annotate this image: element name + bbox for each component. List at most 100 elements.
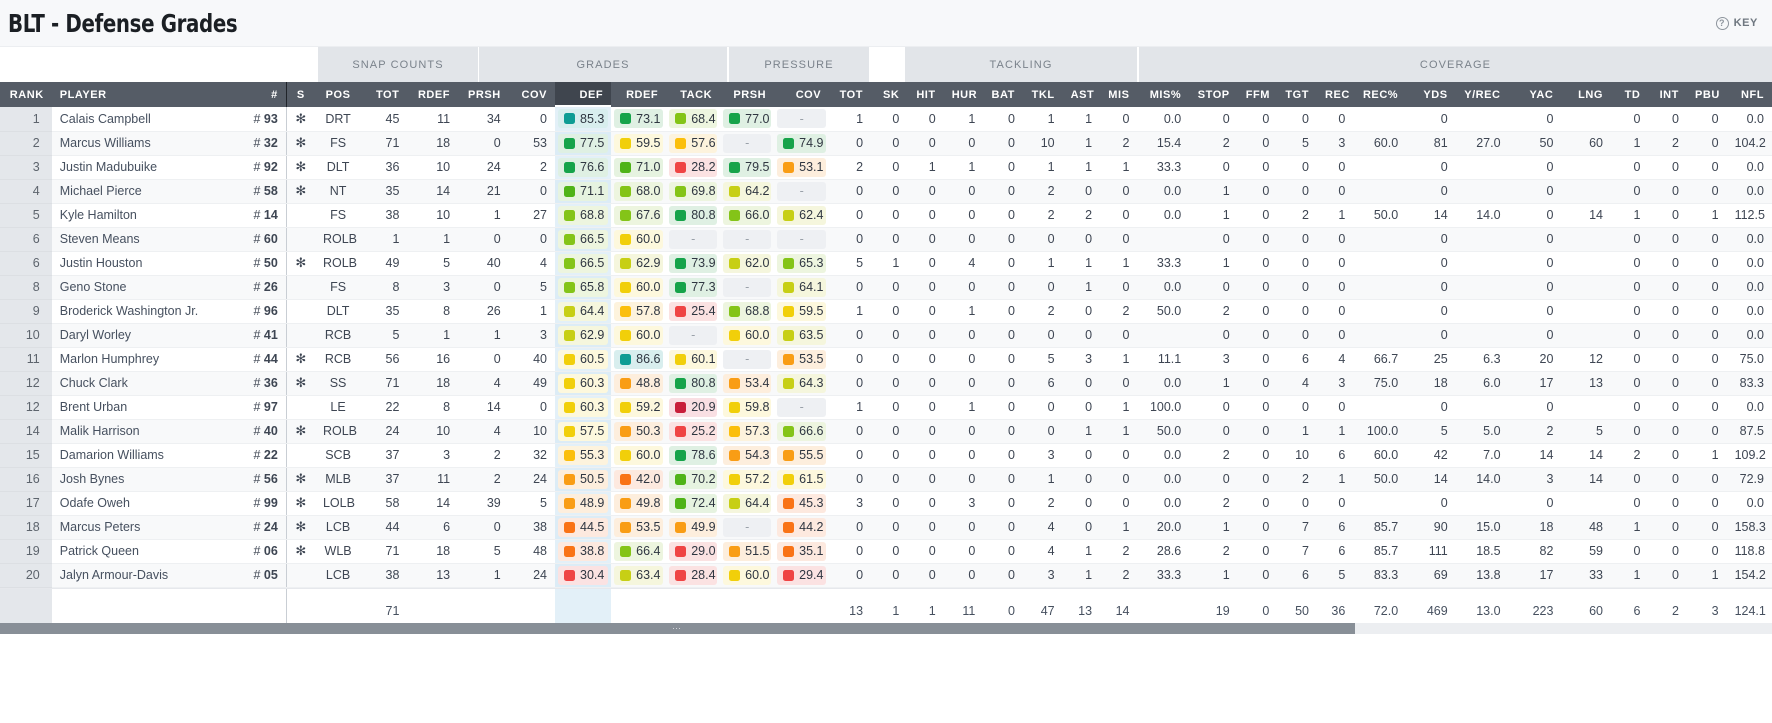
cell-yac: 0 — [1508, 155, 1562, 180]
column-header-yds[interactable]: YDS — [1406, 82, 1456, 107]
grade-cell: 77.5 — [555, 131, 612, 156]
table-row[interactable]: 16 Josh Bynes # 56 ✻ MLB 37 11 2 24 50.5 42.0 70.2 5… — [0, 467, 1772, 492]
column-header-num[interactable]: # — [234, 82, 287, 107]
cell-player[interactable]: Odafe Oweh — [51, 491, 235, 516]
table-row[interactable]: 12 Brent Urban # 97 LE 22 8 14 0 60.3 59.2 20.9 59.… — [0, 395, 1772, 420]
column-header-mispct[interactable]: MIS% — [1137, 82, 1190, 107]
column-header-tgt[interactable]: TGT — [1277, 82, 1317, 107]
cell-tkl: 5 — [1022, 347, 1063, 372]
table-row[interactable]: 18 Marcus Peters # 24 ✻ LCB 44 6 0 38 44.5 53.5 49.… — [0, 515, 1772, 540]
table-row[interactable]: 12 Chuck Clark # 36 ✻ SS 71 18 4 49 60.3 48.8 80.8 5… — [0, 371, 1772, 396]
column-header-g_cov[interactable]: COV — [774, 82, 830, 107]
table-row[interactable]: 8 Geno Stone # 26 FS 8 3 0 5 65.8 60.0 77.3-64.1 0 0… — [0, 275, 1772, 300]
column-header-ast[interactable]: AST — [1062, 82, 1101, 107]
table-row[interactable]: 14 Malik Harrison # 40 ✻ ROLB 24 10 4 10 57.5 50.3… — [0, 419, 1772, 444]
table-row[interactable]: 5 Kyle Hamilton # 14 FS 38 10 1 27 68.8 67.6 80.8 6… — [0, 203, 1772, 228]
table-row[interactable]: 19 Patrick Queen # 06 ✻ WLB 71 18 5 48 38.8 66.4 29… — [0, 539, 1772, 564]
column-header-p_tot[interactable]: TOT — [829, 82, 872, 107]
stats-grid[interactable]: RANK PLAYER # S POS TOT RDEF PRSH COV DEF RDEF TACK… — [0, 82, 1772, 634]
cell-player[interactable]: Malik Harrison — [51, 419, 235, 444]
cell-tgt: 2 — [1277, 203, 1317, 228]
column-header-tkl[interactable]: TKL — [1022, 82, 1063, 107]
cell-player[interactable]: Kyle Hamilton — [51, 203, 235, 228]
column-header-bat[interactable]: BAT — [983, 82, 1023, 107]
grade-pill: 71.1 — [558, 181, 609, 201]
column-header-g_tack[interactable]: TACK — [666, 82, 721, 107]
column-header-recpct[interactable]: REC% — [1353, 82, 1407, 107]
cell-player[interactable]: Broderick Washington Jr. — [51, 299, 235, 324]
column-header-pbu[interactable]: PBU — [1686, 82, 1727, 107]
table-row[interactable]: 6 Justin Houston # 50 ✻ ROLB 49 5 40 4 66.5 62.9 73… — [0, 251, 1772, 276]
cell-player[interactable]: Jalyn Armour-Davis — [51, 563, 235, 588]
table-row[interactable]: 6 Steven Means # 60 ROLB 1 1 0 0 66.5 60.0- - -0 0 0 0… — [0, 227, 1772, 252]
grade-cell: 48.9 — [555, 491, 612, 516]
cell-player[interactable]: Geno Stone — [51, 275, 235, 300]
table-row[interactable]: 4 Michael Pierce # 58 ✻ NT 35 14 21 0 71.1 68.0 69.… — [0, 179, 1772, 204]
column-header-rdef[interactable]: RDEF — [407, 82, 459, 107]
column-header-stop[interactable]: STOP — [1189, 82, 1238, 107]
column-header-int[interactable]: INT — [1648, 82, 1687, 107]
column-header-tot[interactable]: TOT — [361, 82, 408, 107]
column-header-hur[interactable]: HUR — [943, 82, 984, 107]
horizontal-scrollbar[interactable]: ⋯ — [0, 622, 1772, 634]
table-row[interactable]: 3 Justin Madubuike # 92 ✻ DLT 36 10 24 2 76.6 71.0… — [0, 155, 1772, 180]
cell-player[interactable]: Marcus Williams — [51, 131, 235, 156]
column-header-hit[interactable]: HIT — [907, 82, 944, 107]
table-row[interactable]: 2 Marcus Williams # 32 ✻ FS 71 18 0 53 77.5 59.5 57… — [0, 131, 1772, 156]
column-header-sk[interactable]: SK — [871, 82, 908, 107]
column-header-lng[interactable]: LNG — [1561, 82, 1611, 107]
grade-cell: 57.3 — [720, 419, 775, 444]
column-header-g_prsh[interactable]: PRSH — [720, 82, 775, 107]
cell-stop: 2 — [1189, 299, 1238, 324]
table-row[interactable]: 10 Daryl Worley # 41 RCB 5 1 1 3 62.9 60.0-60.0 63… — [0, 323, 1772, 348]
cell-player[interactable]: Marlon Humphrey — [51, 347, 235, 372]
cell-player[interactable]: Chuck Clark — [51, 371, 235, 396]
column-header-cov[interactable]: COV — [508, 82, 555, 107]
cell-td: 1 — [1610, 131, 1649, 156]
column-header-yrec[interactable]: Y/REC — [1455, 82, 1509, 107]
table-row[interactable]: 9 Broderick Washington Jr. # 96 DLT 35 8 26 1 64… — [0, 299, 1772, 324]
cell-player[interactable]: Justin Madubuike — [51, 155, 235, 180]
column-header-ffm[interactable]: FFM — [1237, 82, 1278, 107]
table-row[interactable]: 20 Jalyn Armour-Davis # 05 LCB 38 13 1 24 30.4 63… — [0, 563, 1772, 588]
column-header-rank[interactable]: RANK — [0, 82, 52, 107]
cell-player[interactable]: Justin Houston — [51, 251, 235, 276]
cell-ffm: 0 — [1237, 563, 1278, 588]
table-row[interactable]: 17 Odafe Oweh # 99 ✻ LOLB 58 14 39 5 48.9 49.8 72.4… — [0, 491, 1772, 516]
grade-value: 48.8 — [636, 376, 661, 390]
column-header-nfl[interactable]: NFL — [1726, 82, 1772, 107]
cell-mispct: 100.0 — [1137, 395, 1190, 420]
column-header-player[interactable]: PLAYER — [51, 82, 235, 107]
cell-tkl: 2 — [1022, 179, 1063, 204]
column-header-mis[interactable]: MIS — [1100, 82, 1138, 107]
cell-player[interactable]: Josh Bynes — [51, 467, 235, 492]
cell-stop: 0 — [1189, 467, 1238, 492]
grade-value: 66.5 — [580, 256, 605, 270]
cell-player[interactable]: Steven Means — [51, 227, 235, 252]
column-header-rec[interactable]: REC — [1316, 82, 1354, 107]
table-row[interactable]: 11 Marlon Humphrey # 44 ✻ RCB 56 16 0 40 60.5 86.6… — [0, 347, 1772, 372]
table-row[interactable]: 1 Calais Campbell # 93 ✻ DRT 45 11 34 0 85.3 73.1 6… — [0, 107, 1772, 132]
column-header-prsh[interactable]: PRSH — [458, 82, 509, 107]
grade-value: 28.2 — [691, 160, 716, 174]
cell-player[interactable]: Marcus Peters — [51, 515, 235, 540]
cell-bat: 0 — [983, 515, 1023, 540]
cell-player[interactable]: Daryl Worley — [51, 323, 235, 348]
column-header-td[interactable]: TD — [1610, 82, 1649, 107]
column-header-g_rdef[interactable]: RDEF — [611, 82, 667, 107]
column-header-yac[interactable]: YAC — [1508, 82, 1562, 107]
cell-player[interactable]: Calais Campbell — [51, 107, 235, 132]
cell-p_tot: 1 — [829, 299, 872, 324]
cell-player[interactable]: Michael Pierce — [51, 179, 235, 204]
column-header-g_def[interactable]: DEF — [555, 82, 612, 107]
cell-ast: 1 — [1062, 275, 1101, 300]
cell-player[interactable]: Patrick Queen — [51, 539, 235, 564]
cell-tgt: 5 — [1277, 131, 1317, 156]
grade-cell: 48.8 — [611, 371, 667, 396]
table-row[interactable]: 15 Damarion Williams # 22 SCB 37 3 2 32 55.3 60.0… — [0, 443, 1772, 468]
cell-player[interactable]: Damarion Williams — [51, 443, 235, 468]
cell-player[interactable]: Brent Urban — [51, 395, 235, 420]
column-header-s[interactable]: S — [285, 82, 315, 107]
key-button[interactable]: ? KEY — [1715, 16, 1758, 30]
column-header-pos[interactable]: POS — [314, 82, 362, 107]
